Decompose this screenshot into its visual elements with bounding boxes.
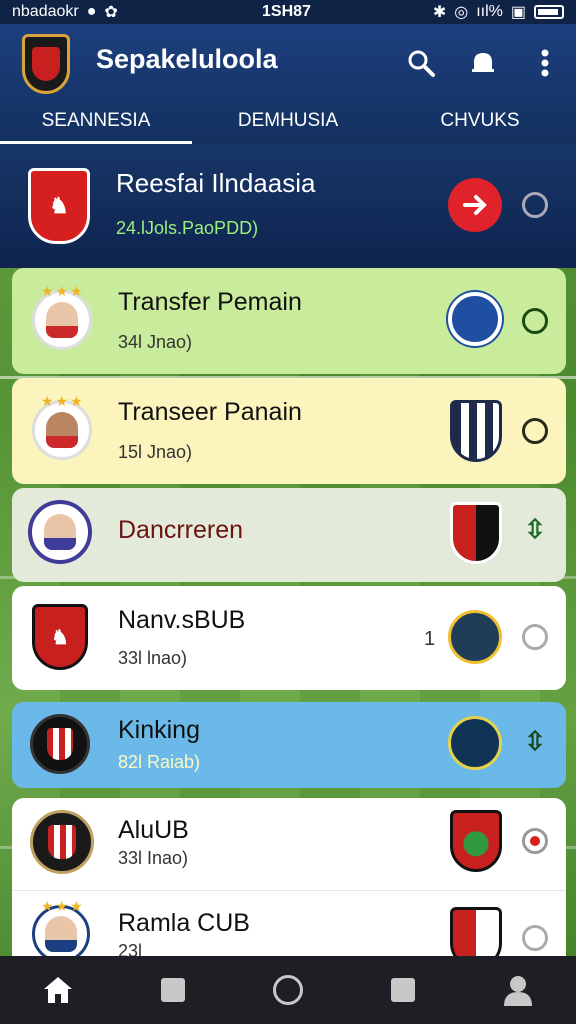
list-item-subtitle: 24.lJols.PaoPDD): [116, 218, 259, 238]
tab-seannesia[interactable]: SEANNESIA: [0, 102, 192, 144]
status-left-text: nbadaokr: [12, 3, 79, 20]
list-item-subtitle: 34l Jnao): [118, 332, 193, 352]
player-avatar: ★★★: [32, 898, 90, 963]
list-item[interactable]: Kinking 82l Raiab) ⇳: [12, 702, 566, 788]
circle-icon[interactable]: [268, 970, 308, 1010]
tab-demhusia[interactable]: DEMHUSIA: [192, 102, 384, 144]
club-logo-crest-icon: ♞: [49, 193, 69, 218]
club-logo-icon: [448, 610, 502, 664]
notification-icon: ●: [86, 3, 97, 20]
home-icon[interactable]: [38, 970, 78, 1010]
search-icon[interactable]: [404, 46, 438, 80]
list-item-title: Ramla CUB: [118, 909, 250, 937]
tab-chvuks[interactable]: CHVUKS: [384, 102, 576, 144]
circle-outline-icon[interactable]: [522, 308, 548, 334]
list-item[interactable]: ★★★ Ramla CUB 23l: [12, 890, 566, 969]
club-logo-icon: [450, 502, 502, 564]
list-item-subtitle: 82l Raiab): [118, 752, 201, 772]
list-item-subtitle: 33l Inao): [118, 848, 189, 868]
club-logo-crest-icon: ♞: [51, 626, 69, 649]
battery-icon: [534, 5, 564, 19]
club-logo-badge: ♞: [32, 604, 88, 670]
club-logo-badge: [30, 810, 94, 874]
list-item-title: Dancrreren: [118, 516, 244, 544]
app-logo: [22, 34, 70, 94]
club-logo-badge: [28, 500, 92, 564]
bottom-navigation: [0, 956, 576, 1024]
radio-selected-icon[interactable]: [522, 828, 548, 854]
circle-outline-icon[interactable]: [522, 925, 548, 951]
list-item[interactable]: AluUB 33l Inao): [12, 798, 566, 890]
alarm-icon: ◎: [454, 4, 469, 21]
profile-icon[interactable]: [498, 970, 538, 1010]
square-icon[interactable]: [153, 970, 193, 1010]
circle-outline-icon[interactable]: [522, 624, 548, 650]
more-options-icon[interactable]: [528, 46, 562, 80]
signal-icon: ııl%: [476, 3, 503, 20]
notification-bell-icon[interactable]: [466, 46, 500, 80]
club-logo-icon: [448, 292, 502, 346]
arrow-right-icon: [463, 195, 487, 215]
status-time: 1SH87: [262, 3, 311, 20]
status-bar: nbadaokr ● ✿ 1SH87 ✱ ◎ ııl% ▣: [0, 0, 576, 24]
list-item-title: Transeer Panain: [118, 398, 302, 426]
list-item-title: Nanv.sBUB: [118, 606, 246, 634]
player-avatar: ★★★: [32, 393, 92, 460]
stars-icon: ★★★: [41, 283, 85, 299]
club-logo-icon: [448, 716, 502, 770]
circle-outline-icon[interactable]: [522, 418, 548, 444]
list-item-subtitle: 33l lnao): [118, 648, 188, 668]
wifi-icon: ▣: [510, 4, 526, 21]
arrow-right-button[interactable]: [448, 178, 502, 232]
app-title: Sepakeluloola: [96, 44, 278, 74]
stars-icon: ★★★: [41, 898, 85, 914]
list-item[interactable]: Dancrreren ⇳: [12, 488, 566, 582]
list-item-title: AluUB: [118, 816, 189, 844]
up-down-arrows-icon[interactable]: ⇳: [522, 514, 548, 544]
list-item-title: Kinking: [118, 716, 200, 744]
bluetooth-icon: ✱: [432, 4, 447, 21]
tab-bar: SEANNESIA DEMHUSIA CHVUKS: [0, 102, 576, 144]
list-item[interactable]: ♞ Nanv.sBUB 33l lnao) 1: [12, 586, 566, 690]
club-logo-icon: [450, 400, 502, 462]
app-bar: Sepakeluloola SEANNESIA DEMHUSIA CHVUKS: [0, 24, 576, 144]
list-item-title: Transfer Pemain: [118, 288, 302, 316]
list-item[interactable]: ★★★ Transfer Pemain 34l Jnao): [12, 268, 566, 374]
circle-outline-icon[interactable]: [522, 192, 548, 218]
list-item-subtitle: 15l Jnao): [118, 442, 193, 462]
list-item[interactable]: ★★★ Transeer Panain 15l Jnao): [12, 378, 566, 484]
club-logo-badge: ♞: [28, 168, 90, 244]
up-down-arrows-icon[interactable]: ⇳: [522, 726, 548, 756]
club-logo-badge: [30, 714, 90, 774]
player-avatar: ★★★: [32, 283, 92, 350]
list-item-title: Reesfai Ilndaasia: [116, 168, 316, 198]
settings-icon: ✿: [104, 4, 118, 21]
stars-icon: ★★★: [41, 393, 85, 409]
square-icon[interactable]: [383, 970, 423, 1010]
club-logo-icon: [450, 810, 502, 872]
list-item-count: 1: [424, 628, 436, 650]
list-item[interactable]: ♞ Reesfai Ilndaasia 24.lJols.PaoPDD): [0, 144, 576, 268]
